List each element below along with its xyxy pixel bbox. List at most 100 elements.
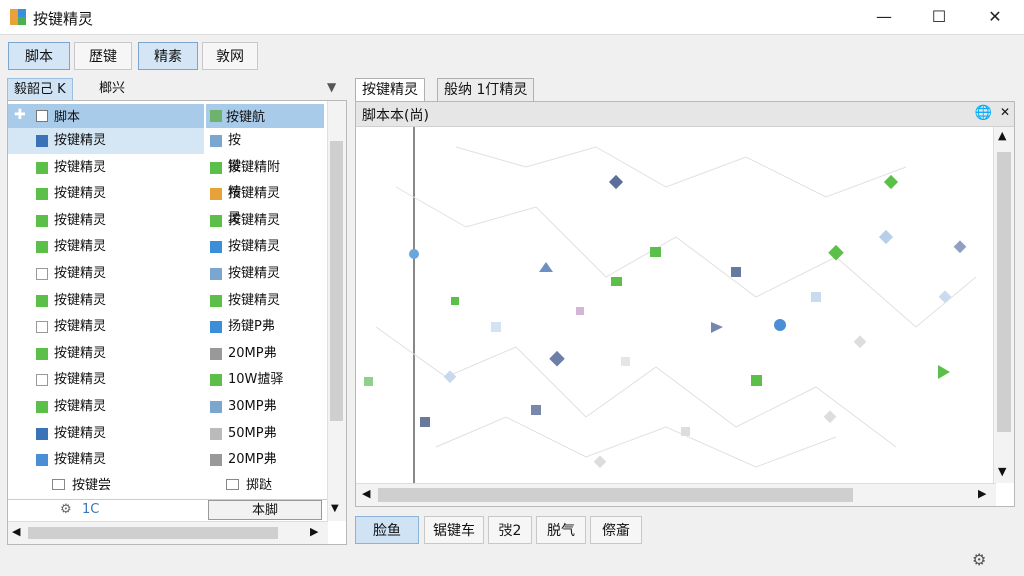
toolbar-element-button[interactable]: 精素 xyxy=(138,42,198,70)
scroll-right-icon[interactable]: ▶ xyxy=(310,525,318,538)
tab-right-1[interactable]: 按键精灵 xyxy=(355,78,425,102)
checkbox[interactable] xyxy=(36,110,48,122)
title-bar: 按键精灵 — ☐ ✕ xyxy=(0,0,1024,35)
toolbar-script-button[interactable]: 脚本 xyxy=(8,42,70,70)
bottom-button-5[interactable]: 傺齑 xyxy=(590,516,642,544)
row-right-label: 20MP弗 xyxy=(228,452,277,468)
canvas-title: 脚本本(尚) xyxy=(362,108,429,124)
gear-icon: ⚙ xyxy=(60,502,72,517)
tree-row[interactable]: 按键精灵 20MP弗 xyxy=(8,447,328,473)
row-right-icon xyxy=(210,454,222,467)
scroll-down-icon[interactable]: ▼ xyxy=(331,503,339,514)
tree-row[interactable]: 按键精灵 按键精灵 xyxy=(8,234,328,260)
tree-row[interactable]: 按键精灵 按键精灵 xyxy=(8,181,328,207)
app-icon xyxy=(10,9,26,25)
row-icon xyxy=(36,374,48,387)
row-icon xyxy=(36,135,48,147)
tree-row[interactable]: 按键精灵 20MP弗 xyxy=(8,341,328,367)
tree-row[interactable]: 按键精灵 按键精附 xyxy=(8,155,328,181)
tree-vertical-scrollbar[interactable]: ▼ xyxy=(327,101,346,521)
row-right-icon xyxy=(210,135,222,147)
row-right-icon xyxy=(210,401,222,413)
row-right-icon xyxy=(210,214,222,227)
window-title: 按键精灵 xyxy=(33,10,94,28)
row-right-label: 50MP弗 xyxy=(228,425,277,441)
canvas-scroll-right-icon[interactable]: ▶ xyxy=(978,487,986,500)
tree-row[interactable]: 按键精灵 10W摣驿 xyxy=(8,367,328,393)
canvas-panel: 脚本本(尚) 🌐 ✕ ▲ ▼ ◀ ▶ xyxy=(355,101,1015,507)
canvas-close-icon[interactable]: ✕ xyxy=(1000,105,1010,119)
row-right-icon xyxy=(210,347,222,360)
row-label: 按键精灵 xyxy=(54,133,107,148)
close-button[interactable]: ✕ xyxy=(975,4,1015,30)
row-label: 按键精灵 xyxy=(54,319,107,335)
tree-header-label: 脚本 xyxy=(54,110,81,125)
tree-header-row[interactable]: ✚ 脚本 xyxy=(8,104,204,128)
canvas-vscroll-thumb[interactable] xyxy=(997,152,1011,432)
row-label: 按键精灵 xyxy=(54,425,107,441)
tree-row[interactable]: 按键精灵 30MP弗 xyxy=(8,394,328,420)
image-icon xyxy=(210,110,222,122)
scrollbar-thumb[interactable] xyxy=(330,141,343,421)
row-icon xyxy=(36,188,48,201)
folder-icon xyxy=(52,479,65,490)
scroll-left-icon[interactable]: ◀ xyxy=(12,525,20,538)
row-right-icon xyxy=(210,374,222,387)
bottom-button-3[interactable]: 弢2 xyxy=(488,516,532,544)
canvas-header: 脚本本(尚) 🌐 ✕ xyxy=(356,102,1014,127)
bottom-button-1[interactable]: 脸鱼 xyxy=(355,516,419,544)
row-right-label: 按键精灵 xyxy=(228,239,281,255)
row-icon xyxy=(36,401,48,413)
hscroll-thumb[interactable] xyxy=(28,527,278,539)
maximize-button[interactable]: ☐ xyxy=(919,4,959,30)
canvas-scroll-down-icon[interactable]: ▼ xyxy=(998,465,1006,478)
row-label: 按键精灵 xyxy=(54,345,107,361)
row-icon xyxy=(36,241,48,254)
tree-row[interactable]: 按键精灵 50MP弗 xyxy=(8,421,328,447)
tree-horizontal-scrollbar[interactable]: ◀ ▶ xyxy=(8,521,328,544)
row-right-label: 按键精灵 xyxy=(228,292,281,308)
row-right-label: 按键精灵 xyxy=(228,186,281,202)
tree-row[interactable]: 按键精灵 扬键P弗 xyxy=(8,314,328,340)
tree-row[interactable]: 按键精灵 按键精灵 xyxy=(8,128,241,226)
row-icon xyxy=(36,321,48,334)
footer-button[interactable]: 本脚 xyxy=(208,500,322,520)
expand-icon[interactable]: ✚ xyxy=(14,107,26,123)
row-right-label: 按键精灵 xyxy=(228,212,281,228)
canvas-hscroll-thumb[interactable] xyxy=(378,488,853,502)
canvas-vertical-scrollbar[interactable]: ▲ ▼ xyxy=(993,127,1014,483)
settings-icon[interactable]: ⚙ xyxy=(972,550,986,569)
tree-row[interactable]: 按键精灵 按键精灵 xyxy=(8,208,328,234)
bottom-button-4[interactable]: 脱气 xyxy=(536,516,586,544)
row-right-icon xyxy=(210,268,222,280)
tab-left-1[interactable]: 毅韶己 K xyxy=(7,78,73,101)
tree-row[interactable]: 按键精灵 按键精灵 xyxy=(8,288,328,314)
row-right-icon xyxy=(210,161,222,174)
canvas-scroll-left-icon[interactable]: ◀ xyxy=(362,487,370,500)
minimize-button[interactable]: — xyxy=(864,4,904,30)
row-label: 按键精灵 xyxy=(54,186,107,202)
row-label: 按键精灵 xyxy=(54,239,107,255)
tab-right-2[interactable]: 般纳 1仃精灵 xyxy=(437,78,535,102)
dropdown-arrow-icon[interactable]: ▼ xyxy=(327,80,336,94)
row-label: 按键精灵 xyxy=(54,372,107,388)
row-label: 按键精灵 xyxy=(54,266,107,281)
globe-icon[interactable]: 🌐 xyxy=(975,105,992,121)
toolbar-network-button[interactable]: 敦网 xyxy=(202,42,258,70)
tree-row[interactable]: 按键精灵 按键精灵 xyxy=(8,261,328,287)
row-right-label: 扬键P弗 xyxy=(228,319,275,335)
folder-icon-2 xyxy=(226,479,239,490)
row-right-label: 按键精附 xyxy=(228,159,281,175)
canvas-drawing[interactable] xyxy=(356,127,996,483)
tab-left-2[interactable]: 榔兴 xyxy=(93,78,131,100)
script-tree-panel: ✚ 脚本 按键航 按键精灵 按键精灵 按键精灵 按键精附 按键精灵 按键精灵 按键精灵 按键精… xyxy=(7,100,347,545)
folder-row[interactable]: 按键尝 掷跶 xyxy=(8,473,328,499)
bottom-button-2[interactable]: 锯键车 xyxy=(424,516,484,544)
tree-header-right-label: 按键航 xyxy=(226,110,266,125)
canvas-horizontal-scrollbar[interactable]: ◀ ▶ xyxy=(356,483,996,506)
toolbar-key-button[interactable]: 歴键 xyxy=(74,42,132,70)
tree-header-right[interactable]: 按键航 xyxy=(206,104,324,128)
canvas-scroll-up-icon[interactable]: ▲ xyxy=(998,129,1006,142)
row-icon xyxy=(36,454,48,467)
folder-left-label: 按键尝 xyxy=(72,478,112,493)
